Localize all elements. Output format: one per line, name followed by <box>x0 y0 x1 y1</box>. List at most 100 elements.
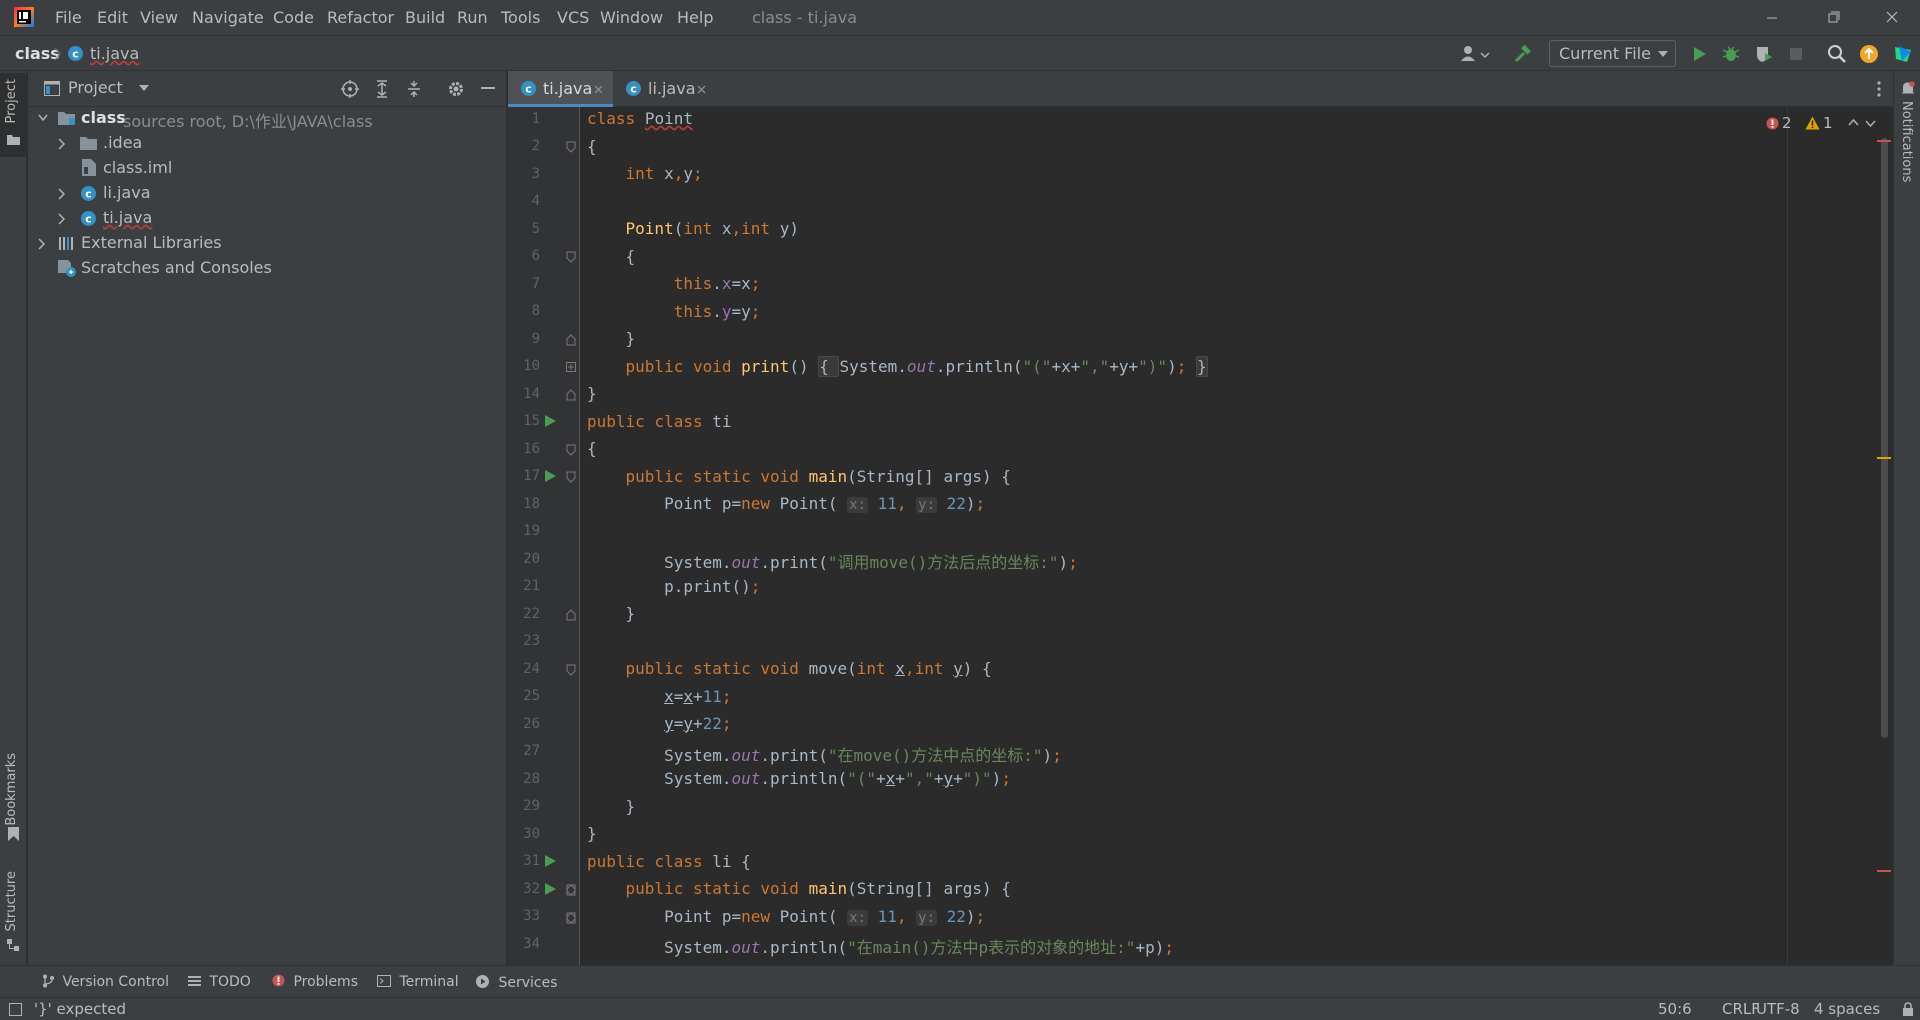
tree-item-scratches[interactable]: Scratches and Consoles <box>28 256 507 281</box>
tab-ti-java[interactable]: c ti.java <box>508 71 613 107</box>
more-tabs-icon[interactable] <box>1877 81 1881 97</box>
tree-item-class-module[interactable]: class sources root, D:\作业\JAVA\class <box>28 106 507 131</box>
code-line[interactable]: class Point <box>587 109 693 128</box>
chevron-down-icon[interactable] <box>38 114 48 122</box>
notifications-tool-button[interactable]: Notifications <box>1894 81 1920 201</box>
run-configuration-select[interactable]: Current File <box>1549 40 1676 67</box>
code-line[interactable]: } <box>587 329 636 348</box>
code-line[interactable]: int x,y; <box>587 164 703 183</box>
expand-fold-icon[interactable] <box>566 362 576 372</box>
indent-setting[interactable]: 4 spaces <box>1814 1000 1880 1018</box>
jetbrains-toolbox-icon[interactable] <box>1893 44 1913 64</box>
close-window-button[interactable] <box>1864 0 1920 35</box>
code-line[interactable]: } <box>587 824 597 843</box>
fold-marker-icon[interactable] <box>566 141 576 153</box>
fold-marker-icon[interactable] <box>566 664 576 676</box>
select-opened-file-icon[interactable] <box>341 80 359 98</box>
code-line[interactable]: public void print() { System.out.println… <box>587 355 1208 377</box>
services-button[interactable]: Services <box>475 974 558 991</box>
menu-vcs[interactable]: VCS <box>557 8 589 27</box>
code-line[interactable]: { <box>587 247 636 266</box>
line-separator[interactable]: CRLF <box>1722 1000 1760 1018</box>
minimize-button[interactable] <box>1744 0 1800 35</box>
vertical-scrollbar-thumb[interactable] <box>1881 138 1888 738</box>
menu-help[interactable]: Help <box>677 8 713 27</box>
stop-icon[interactable] <box>1788 46 1804 62</box>
menu-tools[interactable]: Tools <box>501 8 540 27</box>
todo-button[interactable]: TODO <box>188 974 251 990</box>
inspection-widget[interactable]: 2 1 <box>1766 113 1876 135</box>
bookmarks-tool-button[interactable]: Bookmarks <box>0 751 26 851</box>
project-tool-button[interactable]: Project <box>0 73 26 157</box>
code-line[interactable]: Point p=new Point( x: 11, y: 22); <box>587 494 985 513</box>
code-line[interactable]: this.y=y; <box>587 302 761 321</box>
editor-gutter[interactable]: 1 2 3 4 5 6 7 8 9 10 14 15 16 17 18 19 2… <box>508 107 580 965</box>
code-line[interactable]: public class li { <box>587 852 751 871</box>
run-gutter-icon[interactable] <box>544 882 557 896</box>
debug-icon[interactable] <box>1721 44 1741 64</box>
code-line[interactable]: System.out.println("在main()方法中p表示的对象的地址:… <box>587 934 1174 958</box>
version-control-button[interactable]: Version Control <box>42 974 169 990</box>
ide-update-icon[interactable] <box>1859 44 1879 64</box>
code-line[interactable]: Point(int x,int y) <box>587 219 799 238</box>
error-mark[interactable] <box>1877 870 1891 872</box>
fold-marker-icon[interactable] <box>566 912 576 924</box>
previous-highlight-icon[interactable] <box>1848 119 1859 126</box>
structure-tool-button[interactable]: Structure <box>0 869 26 961</box>
fold-marker-icon[interactable] <box>566 884 576 896</box>
code-line[interactable]: this.x=x; <box>587 274 761 293</box>
fold-marker-icon[interactable] <box>566 471 576 483</box>
fold-marker-icon[interactable] <box>566 444 576 456</box>
code-line[interactable]: y=y+22; <box>587 714 731 733</box>
search-icon[interactable] <box>1827 44 1847 64</box>
menu-refactor[interactable]: Refactor <box>327 8 394 27</box>
next-highlight-icon[interactable] <box>1865 120 1876 127</box>
menu-code[interactable]: Code <box>273 8 314 27</box>
run-gutter-icon[interactable] <box>544 469 557 483</box>
code-line[interactable]: System.out.print("在move()方法中点的坐标:"); <box>587 742 1062 766</box>
terminal-button[interactable]: Terminal <box>377 974 459 990</box>
fold-marker-icon[interactable] <box>566 609 576 621</box>
project-view-title[interactable]: Project <box>68 78 123 97</box>
close-tab-icon[interactable] <box>594 85 603 94</box>
code-line[interactable]: } <box>587 797 636 816</box>
error-mark[interactable] <box>1877 140 1891 142</box>
code-line[interactable]: p.print(); <box>587 577 760 596</box>
caret-position[interactable]: 50:6 <box>1658 1000 1692 1018</box>
chevron-right-icon[interactable] <box>38 238 46 250</box>
warning-mark[interactable] <box>1877 457 1891 459</box>
user-account-icon[interactable] <box>1460 45 1492 63</box>
chevron-right-icon[interactable] <box>58 138 66 150</box>
menu-window[interactable]: Window <box>600 8 663 27</box>
fold-marker-icon[interactable] <box>566 251 576 263</box>
menu-run[interactable]: Run <box>457 8 488 27</box>
tool-windows-toggle-icon[interactable] <box>9 1003 22 1016</box>
tree-item-external-libraries[interactable]: External Libraries <box>28 231 507 256</box>
menu-edit[interactable]: Edit <box>97 8 128 27</box>
code-line[interactable]: x=x+11; <box>587 687 731 706</box>
tree-item-li-java[interactable]: c li.java <box>28 181 507 206</box>
menu-file[interactable]: File <box>55 8 82 27</box>
hide-panel-icon[interactable] <box>481 87 495 91</box>
build-hammer-icon[interactable] <box>1513 44 1533 64</box>
file-encoding[interactable]: UTF-8 <box>1756 1000 1800 1018</box>
run-gutter-icon[interactable] <box>544 414 557 428</box>
breadcrumb-file[interactable]: ti.java <box>90 44 139 63</box>
code-editor[interactable]: class Point { int x,y; Point(int x,int y)… <box>580 107 1787 965</box>
fold-marker-icon[interactable] <box>566 389 576 401</box>
code-line[interactable]: public static void main(String[] args) { <box>587 467 1011 486</box>
tree-item-ti-java[interactable]: c ti.java <box>28 206 507 231</box>
menu-view[interactable]: View <box>140 8 178 27</box>
expand-all-icon[interactable] <box>374 80 390 98</box>
run-with-coverage-icon[interactable] <box>1754 44 1774 64</box>
menu-build[interactable]: Build <box>405 8 445 27</box>
tree-item-class-iml[interactable]: class.iml <box>28 156 507 181</box>
collapse-all-icon[interactable] <box>406 80 422 98</box>
code-line[interactable]: { <box>587 439 597 458</box>
code-line[interactable]: System.out.println("("+x+","+y+")"); <box>587 769 1011 788</box>
code-line[interactable]: System.out.print("调用move()方法后点的坐标:"); <box>587 549 1078 573</box>
chevron-right-icon[interactable] <box>58 188 66 200</box>
error-stripe[interactable] <box>1876 107 1893 965</box>
tree-item-idea-folder[interactable]: .idea <box>28 131 507 156</box>
code-line[interactable]: public static void main(String[] args) { <box>587 879 1011 898</box>
